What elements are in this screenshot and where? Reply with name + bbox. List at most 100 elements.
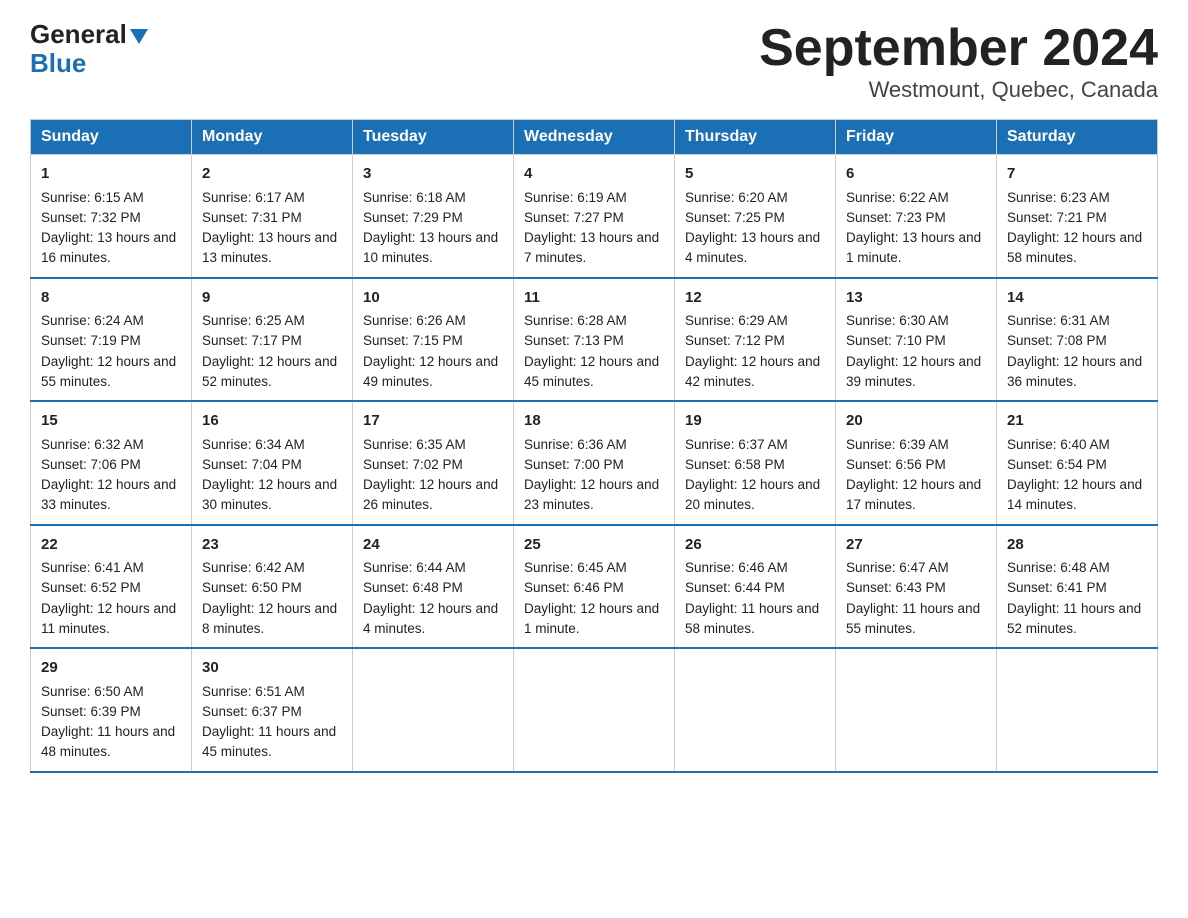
sunset-text: Sunset: 6:50 PM — [202, 580, 302, 595]
sunrise-text: Sunrise: 6:31 AM — [1007, 313, 1110, 328]
calendar-cell: 26Sunrise: 6:46 AMSunset: 6:44 PMDayligh… — [675, 525, 836, 649]
header-cell-wednesday: Wednesday — [514, 120, 675, 155]
logo-blue: Blue — [30, 49, 86, 78]
day-number: 23 — [202, 534, 342, 557]
sunset-text: Sunset: 6:39 PM — [41, 704, 141, 719]
sunset-text: Sunset: 7:19 PM — [41, 333, 141, 348]
logo-general: General — [30, 20, 148, 49]
sunrise-text: Sunrise: 6:15 AM — [41, 190, 144, 205]
calendar-cell: 7Sunrise: 6:23 AMSunset: 7:21 PMDaylight… — [997, 155, 1158, 278]
day-number: 21 — [1007, 410, 1147, 433]
calendar-cell: 4Sunrise: 6:19 AMSunset: 7:27 PMDaylight… — [514, 155, 675, 278]
sunset-text: Sunset: 6:48 PM — [363, 580, 463, 595]
day-number: 2 — [202, 163, 342, 186]
calendar-week-2: 8 Sunrise: 6:24 AM Sunset: 7:19 PM Daylight… — [31, 278, 1158, 402]
calendar-week-4: 22Sunrise: 6:41 AMSunset: 6:52 PMDayligh… — [31, 525, 1158, 649]
daylight-text: Daylight: 12 hours and 55 minutes. — [41, 354, 176, 389]
sunset-text: Sunset: 6:41 PM — [1007, 580, 1107, 595]
header-cell-saturday: Saturday — [997, 120, 1158, 155]
day-number: 5 — [685, 163, 825, 186]
daylight-text: Daylight: 12 hours and 23 minutes. — [524, 477, 659, 512]
sunset-text: Sunset: 6:56 PM — [846, 457, 946, 472]
daylight-text: Daylight: 13 hours and 1 minute. — [846, 230, 981, 265]
sunrise-text: Sunrise: 6:37 AM — [685, 437, 788, 452]
daylight-text: Daylight: 13 hours and 13 minutes. — [202, 230, 337, 265]
sunrise-text: Sunrise: 6:51 AM — [202, 684, 305, 699]
day-number: 1 — [41, 163, 181, 186]
calendar-cell — [836, 648, 997, 772]
calendar-cell: 3Sunrise: 6:18 AMSunset: 7:29 PMDaylight… — [353, 155, 514, 278]
calendar-cell: 30 Sunrise: 6:51 AM Sunset: 6:37 PM Dayligh… — [192, 648, 353, 772]
sunrise-text: Sunrise: 6:42 AM — [202, 560, 305, 575]
calendar-cell: 6Sunrise: 6:22 AMSunset: 7:23 PMDaylight… — [836, 155, 997, 278]
sunrise-text: Sunrise: 6:18 AM — [363, 190, 466, 205]
sunset-text: Sunset: 7:27 PM — [524, 210, 624, 225]
daylight-text: Daylight: 12 hours and 42 minutes. — [685, 354, 820, 389]
sunset-text: Sunset: 7:12 PM — [685, 333, 785, 348]
day-number: 9 — [202, 287, 342, 310]
calendar-cell: 20Sunrise: 6:39 AMSunset: 6:56 PMDayligh… — [836, 401, 997, 525]
sunrise-text: Sunrise: 6:29 AM — [685, 313, 788, 328]
sunset-text: Sunset: 6:43 PM — [846, 580, 946, 595]
header-row: SundayMondayTuesdayWednesdayThursdayFrid… — [31, 120, 1158, 155]
calendar-cell — [514, 648, 675, 772]
calendar-table: SundayMondayTuesdayWednesdayThursdayFrid… — [30, 119, 1158, 773]
day-number: 8 — [41, 287, 181, 310]
daylight-text: Daylight: 12 hours and 39 minutes. — [846, 354, 981, 389]
calendar-week-3: 15Sunrise: 6:32 AMSunset: 7:06 PMDayligh… — [31, 401, 1158, 525]
day-number: 24 — [363, 534, 503, 557]
calendar-cell: 27Sunrise: 6:47 AMSunset: 6:43 PMDayligh… — [836, 525, 997, 649]
sunset-text: Sunset: 7:04 PM — [202, 457, 302, 472]
calendar-cell: 18Sunrise: 6:36 AMSunset: 7:00 PMDayligh… — [514, 401, 675, 525]
sunrise-text: Sunrise: 6:26 AM — [363, 313, 466, 328]
daylight-text: Daylight: 12 hours and 33 minutes. — [41, 477, 176, 512]
daylight-text: Daylight: 12 hours and 8 minutes. — [202, 601, 337, 636]
day-number: 26 — [685, 534, 825, 557]
sunrise-text: Sunrise: 6:24 AM — [41, 313, 144, 328]
sunset-text: Sunset: 6:44 PM — [685, 580, 785, 595]
header-cell-tuesday: Tuesday — [353, 120, 514, 155]
day-number: 17 — [363, 410, 503, 433]
calendar-cell — [353, 648, 514, 772]
calendar-cell: 28Sunrise: 6:48 AMSunset: 6:41 PMDayligh… — [997, 525, 1158, 649]
sunrise-text: Sunrise: 6:44 AM — [363, 560, 466, 575]
day-number: 30 — [202, 657, 342, 680]
header-cell-sunday: Sunday — [31, 120, 192, 155]
sunset-text: Sunset: 7:13 PM — [524, 333, 624, 348]
sunset-text: Sunset: 7:17 PM — [202, 333, 302, 348]
sunset-text: Sunset: 7:15 PM — [363, 333, 463, 348]
calendar-week-1: 1Sunrise: 6:15 AMSunset: 7:32 PMDaylight… — [31, 155, 1158, 278]
daylight-text: Daylight: 11 hours and 45 minutes. — [202, 724, 336, 759]
sunset-text: Sunset: 7:02 PM — [363, 457, 463, 472]
sunset-text: Sunset: 6:37 PM — [202, 704, 302, 719]
calendar-cell: 17Sunrise: 6:35 AMSunset: 7:02 PMDayligh… — [353, 401, 514, 525]
calendar-cell: 1Sunrise: 6:15 AMSunset: 7:32 PMDaylight… — [31, 155, 192, 278]
calendar-cell — [675, 648, 836, 772]
day-number: 22 — [41, 534, 181, 557]
calendar-cell: 24Sunrise: 6:44 AMSunset: 6:48 PMDayligh… — [353, 525, 514, 649]
day-number: 13 — [846, 287, 986, 310]
sunset-text: Sunset: 7:25 PM — [685, 210, 785, 225]
daylight-text: Daylight: 12 hours and 58 minutes. — [1007, 230, 1142, 265]
day-number: 6 — [846, 163, 986, 186]
day-number: 14 — [1007, 287, 1147, 310]
daylight-text: Daylight: 11 hours and 48 minutes. — [41, 724, 175, 759]
sunrise-text: Sunrise: 6:35 AM — [363, 437, 466, 452]
daylight-text: Daylight: 11 hours and 58 minutes. — [685, 601, 819, 636]
header-cell-friday: Friday — [836, 120, 997, 155]
daylight-text: Daylight: 12 hours and 45 minutes. — [524, 354, 659, 389]
sunset-text: Sunset: 6:46 PM — [524, 580, 624, 595]
day-number: 15 — [41, 410, 181, 433]
sunset-text: Sunset: 7:21 PM — [1007, 210, 1107, 225]
daylight-text: Daylight: 12 hours and 49 minutes. — [363, 354, 498, 389]
calendar-cell: 23 Sunrise: 6:42 AM Sunset: 6:50 PM Dayligh… — [192, 525, 353, 649]
sunrise-text: Sunrise: 6:25 AM — [202, 313, 305, 328]
sunrise-text: Sunrise: 6:28 AM — [524, 313, 627, 328]
daylight-text: Daylight: 12 hours and 11 minutes. — [41, 601, 176, 636]
day-number: 11 — [524, 287, 664, 310]
title-block: September 2024 Westmount, Quebec, Canada — [759, 20, 1158, 103]
calendar-cell: 21Sunrise: 6:40 AMSunset: 6:54 PMDayligh… — [997, 401, 1158, 525]
sunrise-text: Sunrise: 6:40 AM — [1007, 437, 1110, 452]
sunset-text: Sunset: 7:08 PM — [1007, 333, 1107, 348]
daylight-text: Daylight: 13 hours and 10 minutes. — [363, 230, 498, 265]
